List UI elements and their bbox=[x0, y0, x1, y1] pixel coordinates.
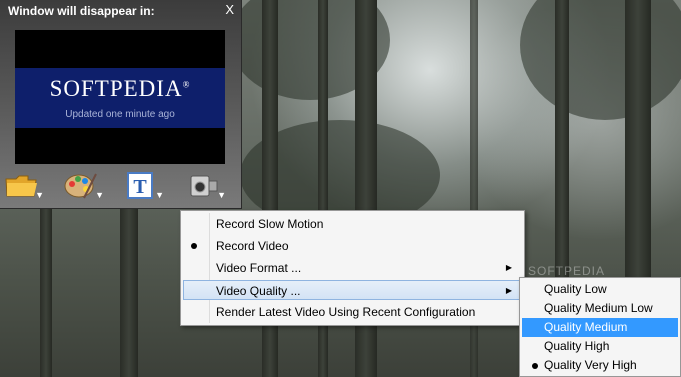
camcorder-button[interactable]: ▼ bbox=[186, 170, 226, 204]
submenu-item-quality-medium-low[interactable]: Quality Medium Low bbox=[522, 299, 678, 318]
logo-subtitle: Updated one minute ago bbox=[65, 109, 175, 120]
menu-item-render-latest-video[interactable]: Render Latest Video Using Recent Configu… bbox=[183, 302, 520, 322]
menu-item-record-video[interactable]: Record Video bbox=[183, 236, 520, 256]
widget-title: Window will disappear in: bbox=[8, 4, 155, 18]
logo-text: SOFTPEDIA bbox=[49, 76, 183, 101]
camcorder-icon bbox=[190, 175, 218, 197]
menu-item-label: Record Video bbox=[216, 239, 289, 253]
folder-button[interactable]: ▼ bbox=[4, 170, 44, 204]
submenu-item-quality-medium[interactable]: Quality Medium bbox=[522, 318, 678, 337]
radio-dot-icon bbox=[532, 363, 538, 369]
watermark: SOFTPEDIA bbox=[528, 264, 606, 278]
foliage bbox=[520, 0, 681, 120]
submenu-item-label: Quality High bbox=[544, 339, 610, 353]
menu-item-label: Render Latest Video Using Recent Configu… bbox=[216, 305, 476, 319]
registered-mark: ® bbox=[182, 79, 191, 90]
submenu-item-quality-high[interactable]: Quality High bbox=[522, 337, 678, 356]
chevron-down-icon: ▼ bbox=[95, 190, 104, 200]
chevron-down-icon: ▼ bbox=[155, 190, 164, 200]
chevron-down-icon: ▼ bbox=[217, 190, 226, 200]
text-button[interactable]: T ▼ bbox=[124, 170, 164, 204]
menu-item-video-quality[interactable]: Video Quality ... ▶ bbox=[183, 280, 520, 300]
recorder-widget: Window will disappear in: X SOFTPEDIA® U… bbox=[0, 0, 242, 209]
close-button[interactable]: X bbox=[225, 2, 234, 17]
menu-item-label: Video Quality ... bbox=[216, 284, 301, 298]
menu-item-video-format[interactable]: Video Format ... ▶ bbox=[183, 258, 520, 278]
submenu-item-label: Quality Very High bbox=[544, 358, 637, 372]
text-icon: T bbox=[127, 172, 153, 199]
video-quality-submenu: Quality Low Quality Medium Low Quality M… bbox=[519, 277, 681, 377]
submenu-item-label: Quality Medium bbox=[544, 320, 628, 334]
effects-button[interactable]: ▼ bbox=[64, 170, 104, 204]
submenu-arrow-icon: ▶ bbox=[505, 286, 512, 295]
folder-icon bbox=[5, 175, 37, 197]
menu-item-record-slow-motion[interactable]: Record Slow Motion bbox=[183, 214, 520, 234]
chevron-down-icon: ▼ bbox=[35, 190, 44, 200]
menu-item-label: Video Format ... bbox=[216, 261, 302, 275]
submenu-item-label: Quality Medium Low bbox=[544, 301, 653, 315]
submenu-item-quality-low[interactable]: Quality Low bbox=[522, 280, 678, 299]
menu-item-label: Record Slow Motion bbox=[216, 217, 324, 231]
submenu-item-quality-very-high[interactable]: Quality Very High bbox=[522, 356, 678, 375]
radio-dot-icon bbox=[191, 243, 197, 249]
palette-icon bbox=[64, 173, 97, 199]
softpedia-logo: SOFTPEDIA® Updated one minute ago bbox=[15, 68, 225, 128]
submenu-arrow-icon: ▶ bbox=[505, 263, 512, 272]
text-icon-letter: T bbox=[133, 176, 147, 198]
submenu-item-label: Quality Low bbox=[544, 282, 607, 296]
tree-trunk bbox=[120, 200, 138, 377]
video-context-menu: Record Slow Motion Record Video Video Fo… bbox=[180, 210, 525, 326]
tree-trunk bbox=[40, 200, 52, 377]
